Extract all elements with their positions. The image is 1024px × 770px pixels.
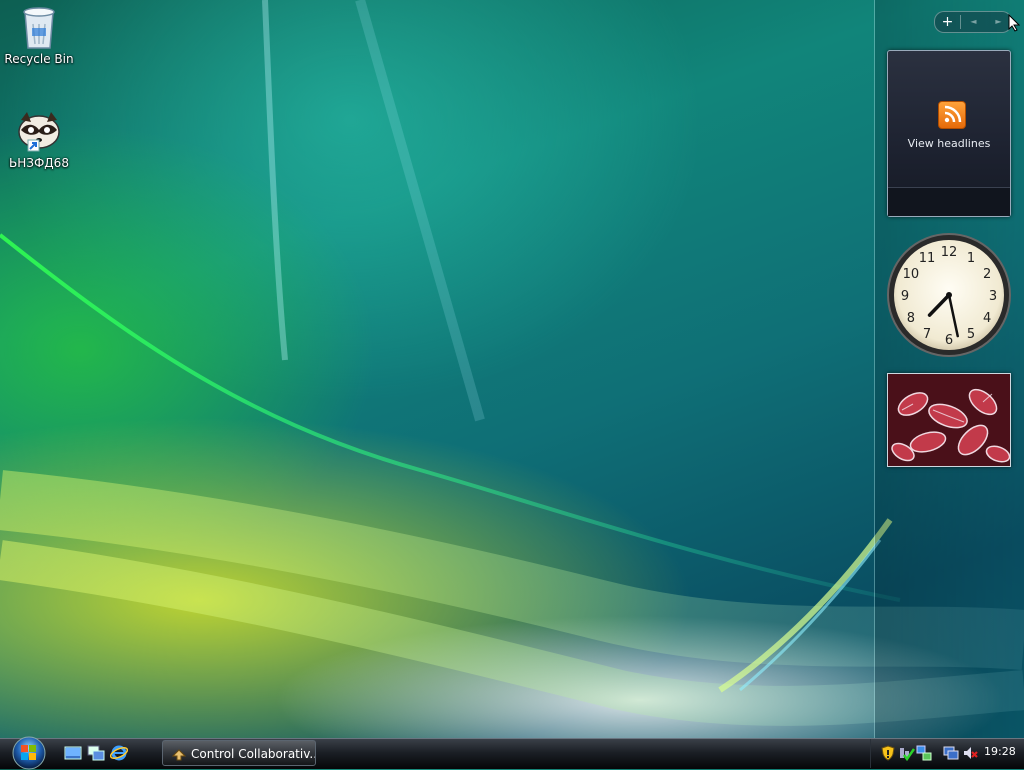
- task-button-label: Control Collaborativ...: [191, 747, 316, 761]
- mouse-pointer-icon: [1008, 14, 1020, 32]
- display-icon[interactable]: [943, 745, 959, 761]
- recycle-bin-label: Recycle Bin: [4, 52, 74, 66]
- shortcut-label: ЬНЗФД68: [9, 156, 69, 170]
- desktop-icon-recycle-bin[interactable]: Recycle Bin: [1, 2, 77, 66]
- clock-numeral: 4: [983, 311, 991, 326]
- view-headlines-label[interactable]: View headlines: [888, 137, 1010, 150]
- clock-gadget[interactable]: 12 12 3 45678 9 1011: [886, 232, 1012, 358]
- clock-numeral: 7: [923, 327, 931, 342]
- clock-numeral: 6: [945, 333, 953, 348]
- add-gadget-button[interactable]: +: [935, 12, 960, 32]
- wallpaper-streaks: [0, 0, 1024, 726]
- raccoon-shortcut-icon: [18, 112, 60, 152]
- clock-numeral: 11: [919, 251, 936, 266]
- clock-numeral: 1: [967, 251, 975, 266]
- app-icon: [171, 749, 187, 761]
- feed-headlines-gadget[interactable]: View headlines: [887, 50, 1011, 217]
- network-icon[interactable]: [916, 745, 932, 761]
- windows-start-orb-icon[interactable]: [8, 734, 50, 770]
- prev-gadgets-button[interactable]: ◄: [961, 12, 986, 32]
- tray-clock[interactable]: 19:28: [984, 745, 1016, 758]
- rss-feed-icon: [938, 101, 966, 129]
- desktop-icon-shortcut[interactable]: ЬНЗФД68: [1, 110, 77, 170]
- recycle-bin-icon: [23, 7, 55, 49]
- clock-center: [946, 292, 952, 298]
- clock-numeral: 9: [901, 289, 909, 304]
- photo-slideshow-icon: [888, 374, 1010, 466]
- clock-numeral: 2: [983, 267, 991, 282]
- internet-explorer-icon[interactable]: [110, 744, 128, 762]
- task-button-control-collaborative[interactable]: Control Collaborativ...: [162, 740, 316, 766]
- feed-footer: [888, 187, 1010, 216]
- security-shield-icon[interactable]: [880, 745, 896, 761]
- slideshow-gadget[interactable]: [887, 373, 1011, 467]
- switch-windows-icon[interactable]: [87, 744, 105, 762]
- clock-numeral: 5: [967, 327, 975, 342]
- clock-numeral: 12: [941, 245, 958, 260]
- clock-numeral: 3: [989, 289, 997, 304]
- clock-numeral: 8: [907, 311, 915, 326]
- sidebar-controls: + ◄ ►: [934, 11, 1012, 33]
- network-check-icon[interactable]: [899, 745, 915, 761]
- volume-muted-icon[interactable]: [962, 745, 978, 761]
- clock-numeral: 10: [903, 267, 920, 282]
- show-desktop-icon[interactable]: [64, 744, 82, 762]
